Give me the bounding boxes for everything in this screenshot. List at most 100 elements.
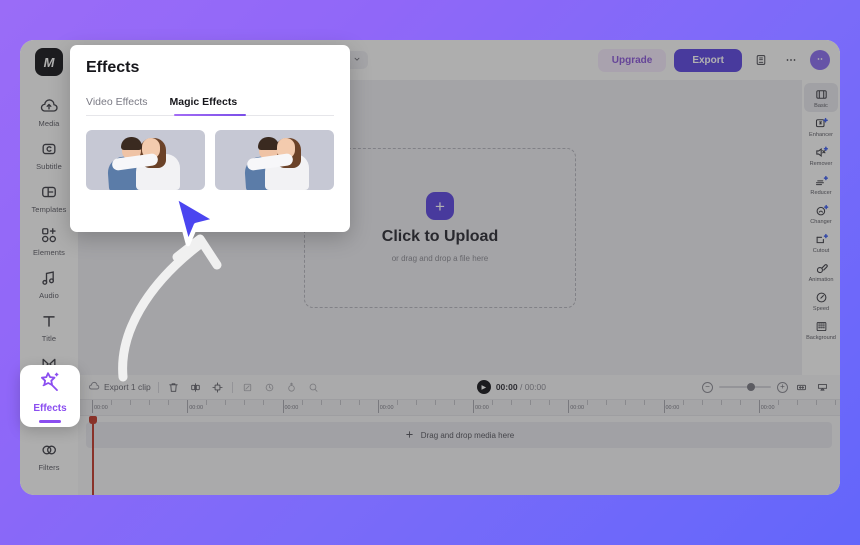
- timeline-tracks: Drag and drop media here: [78, 416, 840, 495]
- speed-ramp-icon[interactable]: [262, 380, 277, 395]
- sidebar-item-label: Elements: [32, 248, 66, 257]
- timeline-zoom-slider[interactable]: [719, 383, 771, 391]
- more-horizontal-icon[interactable]: [780, 49, 802, 71]
- rtool-label: Speed: [812, 306, 830, 312]
- sidebar-item-title[interactable]: Title: [22, 305, 76, 348]
- rtool-speed[interactable]: Speed: [804, 286, 838, 315]
- ruler-label: 00:00: [665, 405, 680, 411]
- ruler-minor-tick: [111, 400, 113, 405]
- tab-magic-effects[interactable]: Magic Effects: [170, 96, 238, 115]
- ruler-major-tick: [92, 400, 93, 413]
- ruler-major-tick: [377, 400, 379, 413]
- rtool-label: Basic: [814, 103, 828, 109]
- rtool-label: Cutout: [812, 248, 830, 254]
- playhead[interactable]: [89, 416, 96, 495]
- animation-icon: [814, 261, 829, 276]
- plus-icon: +: [426, 192, 454, 220]
- rtool-cutout[interactable]: Cutout: [804, 228, 838, 257]
- rtool-label: Enhancer: [809, 132, 833, 138]
- sidebar-item-label: Effects: [33, 402, 67, 414]
- sidebar-item-label: Templates: [31, 205, 67, 214]
- plus-circle-icon[interactable]: +: [777, 381, 788, 393]
- sidebar-item-media[interactable]: Media: [22, 90, 76, 133]
- ruler-minor-tick: [739, 400, 741, 405]
- play-icon[interactable]: ▶: [476, 380, 491, 394]
- cloud-upload-icon: [39, 96, 59, 116]
- ruler-minor-tick: [168, 400, 170, 405]
- rtool-background[interactable]: Background: [804, 315, 838, 344]
- media-drop-strip[interactable]: Drag and drop media here: [86, 422, 832, 448]
- rtool-label: Background: [806, 335, 836, 341]
- mask-icon[interactable]: [240, 380, 255, 395]
- ruler-minor-tick: [777, 400, 779, 405]
- fit-timeline-icon[interactable]: [794, 380, 809, 395]
- zoom-slider-knob[interactable]: [747, 383, 755, 391]
- ruler-major-tick: [473, 400, 474, 413]
- effect-thumbnail-1[interactable]: [86, 130, 205, 190]
- filters-icon: [39, 440, 59, 460]
- tab-rule: [86, 114, 334, 116]
- time-separator: /: [519, 382, 523, 392]
- render-preview-icon[interactable]: [815, 380, 830, 395]
- subtitle-icon: [39, 139, 59, 159]
- rtool-reducer[interactable]: Reducer: [804, 170, 838, 199]
- app-logo[interactable]: M: [35, 48, 63, 76]
- ruler-label: 00:00: [284, 405, 299, 411]
- tab-video-effects[interactable]: Video Effects: [86, 96, 148, 115]
- ruler-minor-tick: [396, 400, 398, 405]
- speed-icon: [814, 290, 829, 305]
- ruler-minor-tick: [225, 400, 227, 405]
- sidebar-item-label: Audio: [39, 291, 59, 300]
- ruler-minor-tick: [358, 400, 360, 405]
- sidebar-item-elements[interactable]: Elements: [22, 219, 76, 262]
- plus-icon: [404, 429, 415, 442]
- ruler-minor-tick: [511, 400, 513, 405]
- sidebar-item-audio[interactable]: Audio: [22, 262, 76, 305]
- cutout-icon: [814, 232, 829, 247]
- ruler-minor-tick: [130, 400, 132, 405]
- app-logo-text: M: [43, 54, 55, 70]
- sidebar-item-subtitle[interactable]: Subtitle: [22, 133, 76, 176]
- active-indicator: [39, 419, 61, 423]
- sidebar-item-filters[interactable]: Filters: [22, 434, 76, 477]
- magic-wand-icon: [38, 370, 62, 399]
- media-drop-label: Drag and drop media here: [420, 430, 515, 440]
- ruler-minor-tick: [530, 400, 532, 405]
- sidebar-item-templates[interactable]: Templates: [22, 176, 76, 219]
- sidebar-item-effects[interactable]: Effects: [20, 365, 80, 427]
- export-preset-icon[interactable]: [750, 49, 772, 71]
- rtool-animation[interactable]: Animation: [804, 257, 838, 286]
- sidebar-item-label: Title: [41, 334, 57, 343]
- upgrade-button[interactable]: Upgrade: [597, 48, 667, 72]
- ruler-label: 00:00: [760, 405, 775, 411]
- ruler-major-tick: [282, 400, 284, 413]
- timeline-panel: Export 1 clip ▶ 00:00 / 00:00 − + 00:00 …: [78, 375, 840, 495]
- ruler-minor-tick: [206, 400, 208, 405]
- ruler-label: 00:00: [94, 405, 108, 411]
- rtool-basic[interactable]: Basic: [804, 83, 838, 112]
- rtool-changer[interactable]: Changer: [804, 199, 838, 228]
- sidebar-item-label: Media: [38, 119, 60, 128]
- rtool-remover[interactable]: Remover: [804, 141, 838, 170]
- rtool-label: Animation: [808, 277, 834, 283]
- auto-caption-icon[interactable]: [306, 380, 321, 395]
- ruler-minor-tick: [834, 400, 836, 405]
- ruler-minor-tick: [644, 400, 646, 405]
- effects-panel-tabs: Video Effects Magic Effects: [86, 96, 334, 115]
- minus-circle-icon[interactable]: −: [702, 381, 713, 393]
- timeline-ruler[interactable]: 00:00 00:00 00:00 00:00 00:00 00:00 00:00 00:00: [78, 399, 840, 416]
- effects-thumbnail-grid: [86, 130, 334, 190]
- ruler-minor-tick: [549, 400, 551, 405]
- sidebar-item-label: Filters: [38, 463, 60, 472]
- ruler-major-tick: [187, 400, 189, 413]
- export-button[interactable]: Export: [674, 48, 742, 72]
- ruler-minor-tick: [415, 400, 417, 405]
- rtool-enhancer[interactable]: Enhancer: [804, 112, 838, 141]
- ruler-minor-tick: [720, 400, 722, 405]
- avatar[interactable]: [810, 50, 830, 70]
- ruler-minor-tick: [815, 400, 817, 405]
- effect-thumbnail-2[interactable]: [215, 130, 334, 190]
- keyframe-icon[interactable]: [284, 380, 299, 395]
- right-tool-panel: Basic Enhancer Remover Reducer Changer C…: [802, 80, 840, 375]
- ruler-label: 00:00: [189, 405, 204, 411]
